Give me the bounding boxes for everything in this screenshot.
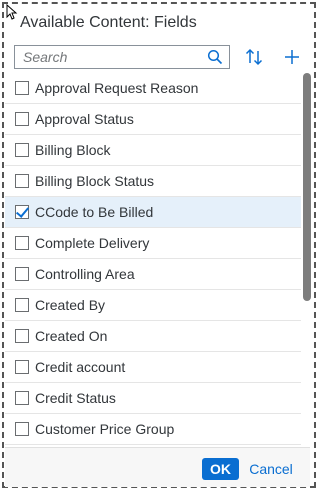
list-item[interactable]: Created On <box>5 321 301 352</box>
list-item-label: Complete Delivery <box>35 235 150 251</box>
dialog-footer: OK Cancel <box>5 447 310 487</box>
checkbox[interactable] <box>15 298 29 312</box>
checkbox[interactable] <box>15 329 29 343</box>
list-item[interactable]: Credit Status <box>5 383 301 414</box>
field-list: Approval Request Reason Approval Status Bi… <box>5 73 301 445</box>
checkbox[interactable] <box>15 81 29 95</box>
list-item[interactable]: Controlling Area <box>5 259 301 290</box>
checkbox[interactable] <box>15 112 29 126</box>
list-item[interactable]: Credit account <box>5 352 301 383</box>
list-item[interactable]: Billing Block <box>5 135 301 166</box>
list-item-label: Billing Block Status <box>35 173 155 189</box>
list-item-label: Credit Status <box>35 390 116 406</box>
search-icon[interactable] <box>207 49 223 65</box>
list-item[interactable]: Billing Block Status <box>5 166 301 197</box>
list-item[interactable]: CCode to Be Billed <box>5 197 301 228</box>
add-icon[interactable] <box>281 46 303 68</box>
list-item-label: CCode to Be Billed <box>35 204 154 220</box>
checkbox[interactable] <box>15 391 29 405</box>
checkbox[interactable] <box>15 422 29 436</box>
list-item[interactable]: Approval Status <box>5 104 301 135</box>
sort-icon[interactable] <box>243 46 265 68</box>
list-item[interactable]: Approval Request Reason <box>5 73 301 104</box>
list-item-label: Approval Status <box>35 111 134 127</box>
list-item-label: Credit account <box>35 359 126 375</box>
checkbox-checked[interactable] <box>15 205 29 219</box>
checkbox[interactable] <box>15 143 29 157</box>
ok-button[interactable]: OK <box>202 458 239 480</box>
dialog-title: Available Content: Fields <box>20 14 197 31</box>
list-item[interactable]: Complete Delivery <box>5 228 301 259</box>
mouse-cursor-icon <box>6 4 18 20</box>
checkbox[interactable] <box>15 236 29 250</box>
list-item-label: Billing Block <box>35 142 111 158</box>
list-item-label: Approval Request Reason <box>35 80 199 96</box>
list-item-label: Created On <box>35 328 108 344</box>
list-item-label: Created By <box>35 297 106 313</box>
scrollbar-thumb[interactable] <box>303 73 311 301</box>
search-field[interactable] <box>14 45 230 69</box>
list-item-label: Controlling Area <box>35 266 135 282</box>
list-item-label: Customer Price Group <box>35 421 175 437</box>
list-item[interactable]: Created By <box>5 290 301 321</box>
checkbox[interactable] <box>15 174 29 188</box>
checkbox[interactable] <box>15 267 29 281</box>
list-item[interactable]: Customer Price Group <box>5 414 301 445</box>
search-input[interactable] <box>15 46 201 68</box>
cancel-button[interactable]: Cancel <box>245 458 297 480</box>
checkbox[interactable] <box>15 360 29 374</box>
list-scrollbar[interactable] <box>302 73 312 445</box>
